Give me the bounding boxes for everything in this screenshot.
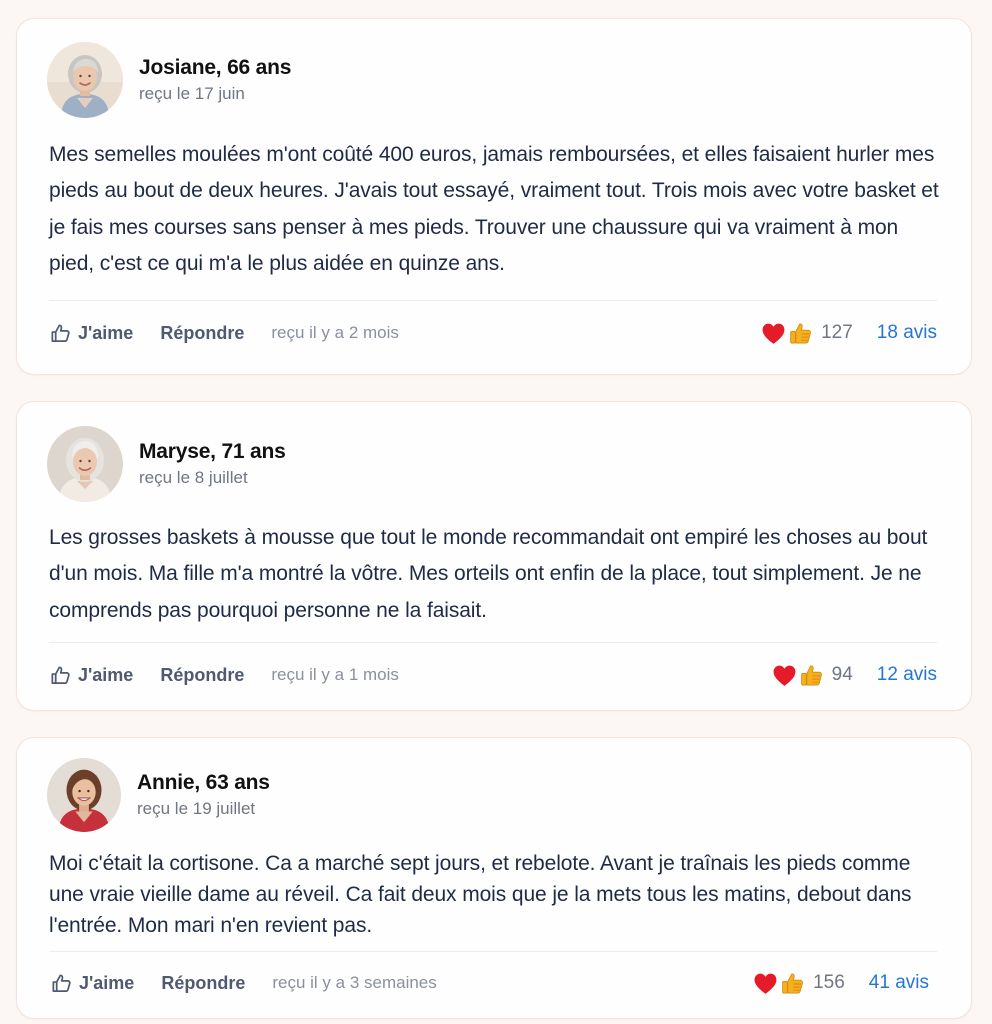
avatar[interactable] [47,758,121,832]
like-label: J'aime [78,322,134,343]
review-actions: J'aime Répondre reçu il y a 3 semaines 1… [49,966,937,1000]
review-header: Annie, 63 ans reçu le 19 juillet [47,758,270,832]
reviews-link[interactable]: 18 avis [877,322,937,344]
relative-time: reçu il y a 1 mois [271,665,399,684]
like-button[interactable]: J'aime [49,322,133,345]
received-date: reçu le 17 juin [139,84,245,104]
review-actions: J'aime Répondre reçu il y a 1 mois 94 12… [49,658,937,692]
thumbs-up-emoji-icon [782,972,804,993]
like-button[interactable]: J'aime [50,972,134,995]
reply-button[interactable]: Répondre [160,323,244,344]
reactions[interactable]: 127 [761,321,853,346]
review-actions: J'aime Répondre reçu il y a 2 mois 127 1… [49,316,937,350]
review-header: Josiane, 66 ans reçu le 17 juin [47,41,291,119]
like-label: J'aime [79,972,135,993]
avatar-image [47,426,123,502]
relative-time: reçu il y a 3 semaines [272,973,437,992]
thumbs-up-outline-icon [52,973,71,992]
avatar-image [47,758,121,832]
review-header: Maryse, 71 ans reçu le 8 juillet [47,425,286,503]
thumbs-up-outline-icon [51,665,70,684]
reviewer-meta: Annie, 63 ans reçu le 19 juillet [137,771,270,819]
review-text: Moi c'était la cortisone. Ca a marché se… [49,852,912,937]
avatar-image [47,42,123,118]
divider [49,642,937,643]
reviewer-name: Josiane, 66 ans [139,56,292,80]
received-date: reçu le 19 juillet [137,799,256,819]
heart-icon [762,323,785,344]
reviewer-name: Maryse, 71 ans [139,440,286,464]
reaction-count: 127 [821,322,853,343]
like-label: J'aime [78,664,134,685]
avatar[interactable] [47,42,123,118]
reviewer-name: Annie, 63 ans [137,771,270,795]
reply-button[interactable]: Répondre [161,973,245,994]
review-card: Annie, 63 ans reçu le 19 juillet Moi c'é… [16,737,972,1019]
divider [49,951,937,952]
thumbs-up-emoji-icon [790,322,812,343]
heart-icon [754,973,777,994]
heart-icon [773,665,796,686]
reactions[interactable]: 94 [772,663,853,688]
reviewer-meta: Maryse, 71 ans reçu le 8 juillet [139,440,286,488]
review-card: Maryse, 71 ans reçu le 8 juillet Les gro… [16,401,972,711]
like-button[interactable]: J'aime [49,664,133,687]
received-date: reçu le 8 juillet [139,468,248,488]
thumbs-up-outline-icon [51,323,70,342]
review-text: Les grosses baskets à mousse que tout le… [49,526,928,622]
reaction-count: 94 [831,664,853,685]
review-text: Mes semelles moulées m'ont coûté 400 eur… [49,143,939,275]
reactions[interactable]: 156 [753,971,845,996]
thumbs-up-emoji-icon [800,664,822,685]
reply-button[interactable]: Répondre [160,665,244,686]
divider [49,300,937,301]
reviews-link[interactable]: 41 avis [869,972,929,994]
review-card: Josiane, 66 ans reçu le 17 juin Mes seme… [16,18,972,375]
reviewer-meta: Josiane, 66 ans reçu le 17 juin [139,56,291,104]
avatar[interactable] [47,426,123,502]
reaction-count: 156 [813,972,845,993]
relative-time: reçu il y a 2 mois [271,323,399,342]
reviews-link[interactable]: 12 avis [877,664,937,686]
